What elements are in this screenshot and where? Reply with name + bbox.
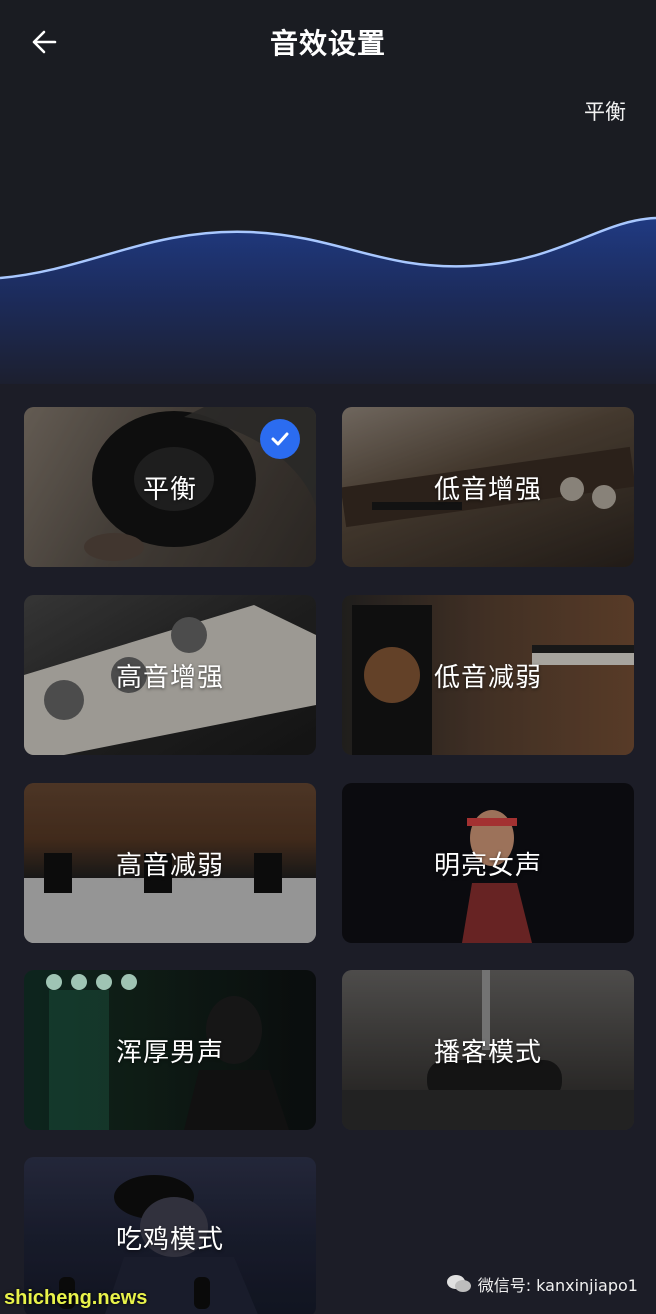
- wechat-watermark: 微信号: kanxinjiapo1: [446, 1272, 638, 1296]
- wechat-id-text: 微信号: kanxinjiapo1: [477, 1276, 638, 1295]
- selected-check-badge: [260, 419, 300, 459]
- check-icon: [271, 432, 289, 446]
- preset-label: 低音减弱: [433, 663, 542, 693]
- preset-label: 浑厚男声: [115, 1038, 224, 1068]
- equalizer-wave: [0, 216, 656, 400]
- preset-label: 高音增强: [115, 663, 224, 693]
- preset-card-balance[interactable]: 平衡: [24, 407, 316, 567]
- preset-label: 低音增强: [433, 475, 542, 505]
- preset-label: 吃鸡模式: [115, 1225, 224, 1255]
- preset-card-bass-boost[interactable]: 低音增强: [342, 407, 634, 567]
- page-title: 音效设置: [269, 27, 386, 60]
- preset-card-deep-male[interactable]: 浑厚男声: [24, 970, 316, 1130]
- preset-card-treble-reduce[interactable]: 高音减弱: [24, 783, 316, 943]
- site-watermark: shicheng.news: [4, 1287, 148, 1309]
- preset-card-podcast[interactable]: 播客模式: [342, 970, 634, 1130]
- preset-label: 播客模式: [433, 1038, 542, 1068]
- preset-label: 高音减弱: [115, 851, 224, 881]
- top-bar: 音效设置: [0, 0, 656, 84]
- preset-card-bright-female[interactable]: 明亮女声: [342, 783, 634, 943]
- wechat-icon: [446, 1275, 471, 1292]
- preset-label: 平衡: [142, 475, 197, 505]
- preset-label: 明亮女声: [433, 851, 542, 881]
- preset-card-bass-reduce[interactable]: 低音减弱: [342, 595, 634, 755]
- preset-card-treble-boost[interactable]: 高音增强: [24, 595, 316, 755]
- current-preset-label: 平衡: [584, 100, 626, 124]
